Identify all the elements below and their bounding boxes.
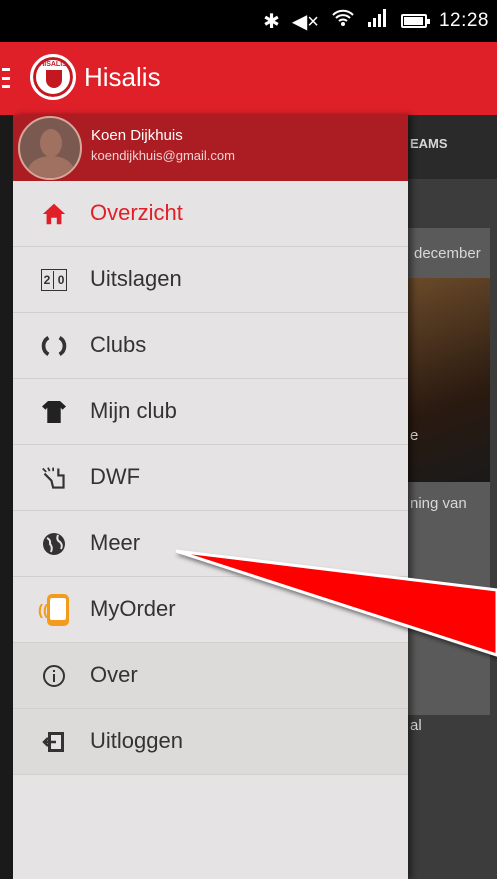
menu-label: Clubs (90, 332, 147, 357)
background-card-title: e (410, 427, 419, 444)
menu-label: Meer (90, 530, 141, 555)
menu-label: Mijn club (90, 398, 177, 423)
logo-text: HISALIS (39, 61, 67, 68)
globe-icon (41, 531, 67, 557)
battery-icon (400, 14, 430, 28)
background-photo (408, 278, 490, 482)
menu-item-dwf[interactable]: DWF (13, 445, 408, 511)
menu-icon[interactable] (2, 68, 10, 88)
background-tabbar: EAMS (408, 115, 497, 179)
menu-label: Uitslagen (90, 266, 182, 291)
home-icon (41, 201, 67, 227)
myorder-icon: (( (37, 593, 71, 627)
shirt-icon (41, 399, 67, 425)
info-icon (41, 663, 67, 689)
menu-label: Over (90, 662, 138, 687)
menu-item-over[interactable]: Over (13, 643, 408, 709)
profile-name: Koen Dijkhuis (91, 127, 183, 144)
menu-item-overzicht[interactable]: Overzicht (13, 181, 408, 247)
background-date: december (414, 245, 481, 262)
menu-label: DWF (90, 464, 141, 489)
menu-item-uitloggen[interactable]: Uitloggen (13, 709, 408, 775)
background-card-2[interactable] (408, 595, 490, 715)
avatar (18, 116, 82, 180)
menu-item-uitslagen[interactable]: 20 Uitslagen (13, 247, 408, 313)
wifi-icon (331, 7, 355, 35)
bluetooth-icon: ✱ (263, 10, 280, 33)
menu-item-clubs[interactable]: Clubs (13, 313, 408, 379)
scoreboard-digit: 2 (43, 273, 51, 287)
laurel-icon (41, 333, 67, 359)
background-content: EAMS december e ning van al (408, 115, 497, 879)
logout-icon (41, 729, 67, 755)
navigation-drawer: Koen Dijkhuis koendijkhuis@gmail.com Ove… (13, 115, 408, 879)
profile-email: koendijkhuis@gmail.com (91, 148, 235, 163)
app-bar: HISALIS Hisalis (0, 42, 497, 115)
background-card-text: ning van (410, 495, 467, 512)
scoreboard-digit: 0 (57, 273, 65, 287)
background-card-text-2: al (410, 717, 422, 734)
menu-label: MyOrder (90, 596, 176, 621)
menu-label: Overzicht (90, 200, 183, 225)
signal-icon (367, 8, 389, 34)
menu-item-mijn-club[interactable]: Mijn club (13, 379, 408, 445)
menu-item-meer[interactable]: Meer (13, 511, 408, 577)
menu-item-myorder[interactable]: (( MyOrder (13, 577, 408, 643)
status-time: 12:28 (438, 10, 489, 31)
scoreboard-icon: 20 (41, 267, 67, 293)
menu-label: Uitloggen (90, 728, 183, 753)
app-title: Hisalis (84, 62, 161, 92)
whistle-icon (41, 465, 67, 491)
status-bar: ✱ ◀× 12:28 (0, 0, 497, 42)
hisalis-logo[interactable]: HISALIS (30, 54, 76, 100)
profile-header[interactable]: Koen Dijkhuis koendijkhuis@gmail.com (13, 115, 408, 181)
volume-muted-icon: ◀× (291, 10, 319, 33)
tab-teams[interactable]: EAMS (410, 136, 448, 151)
